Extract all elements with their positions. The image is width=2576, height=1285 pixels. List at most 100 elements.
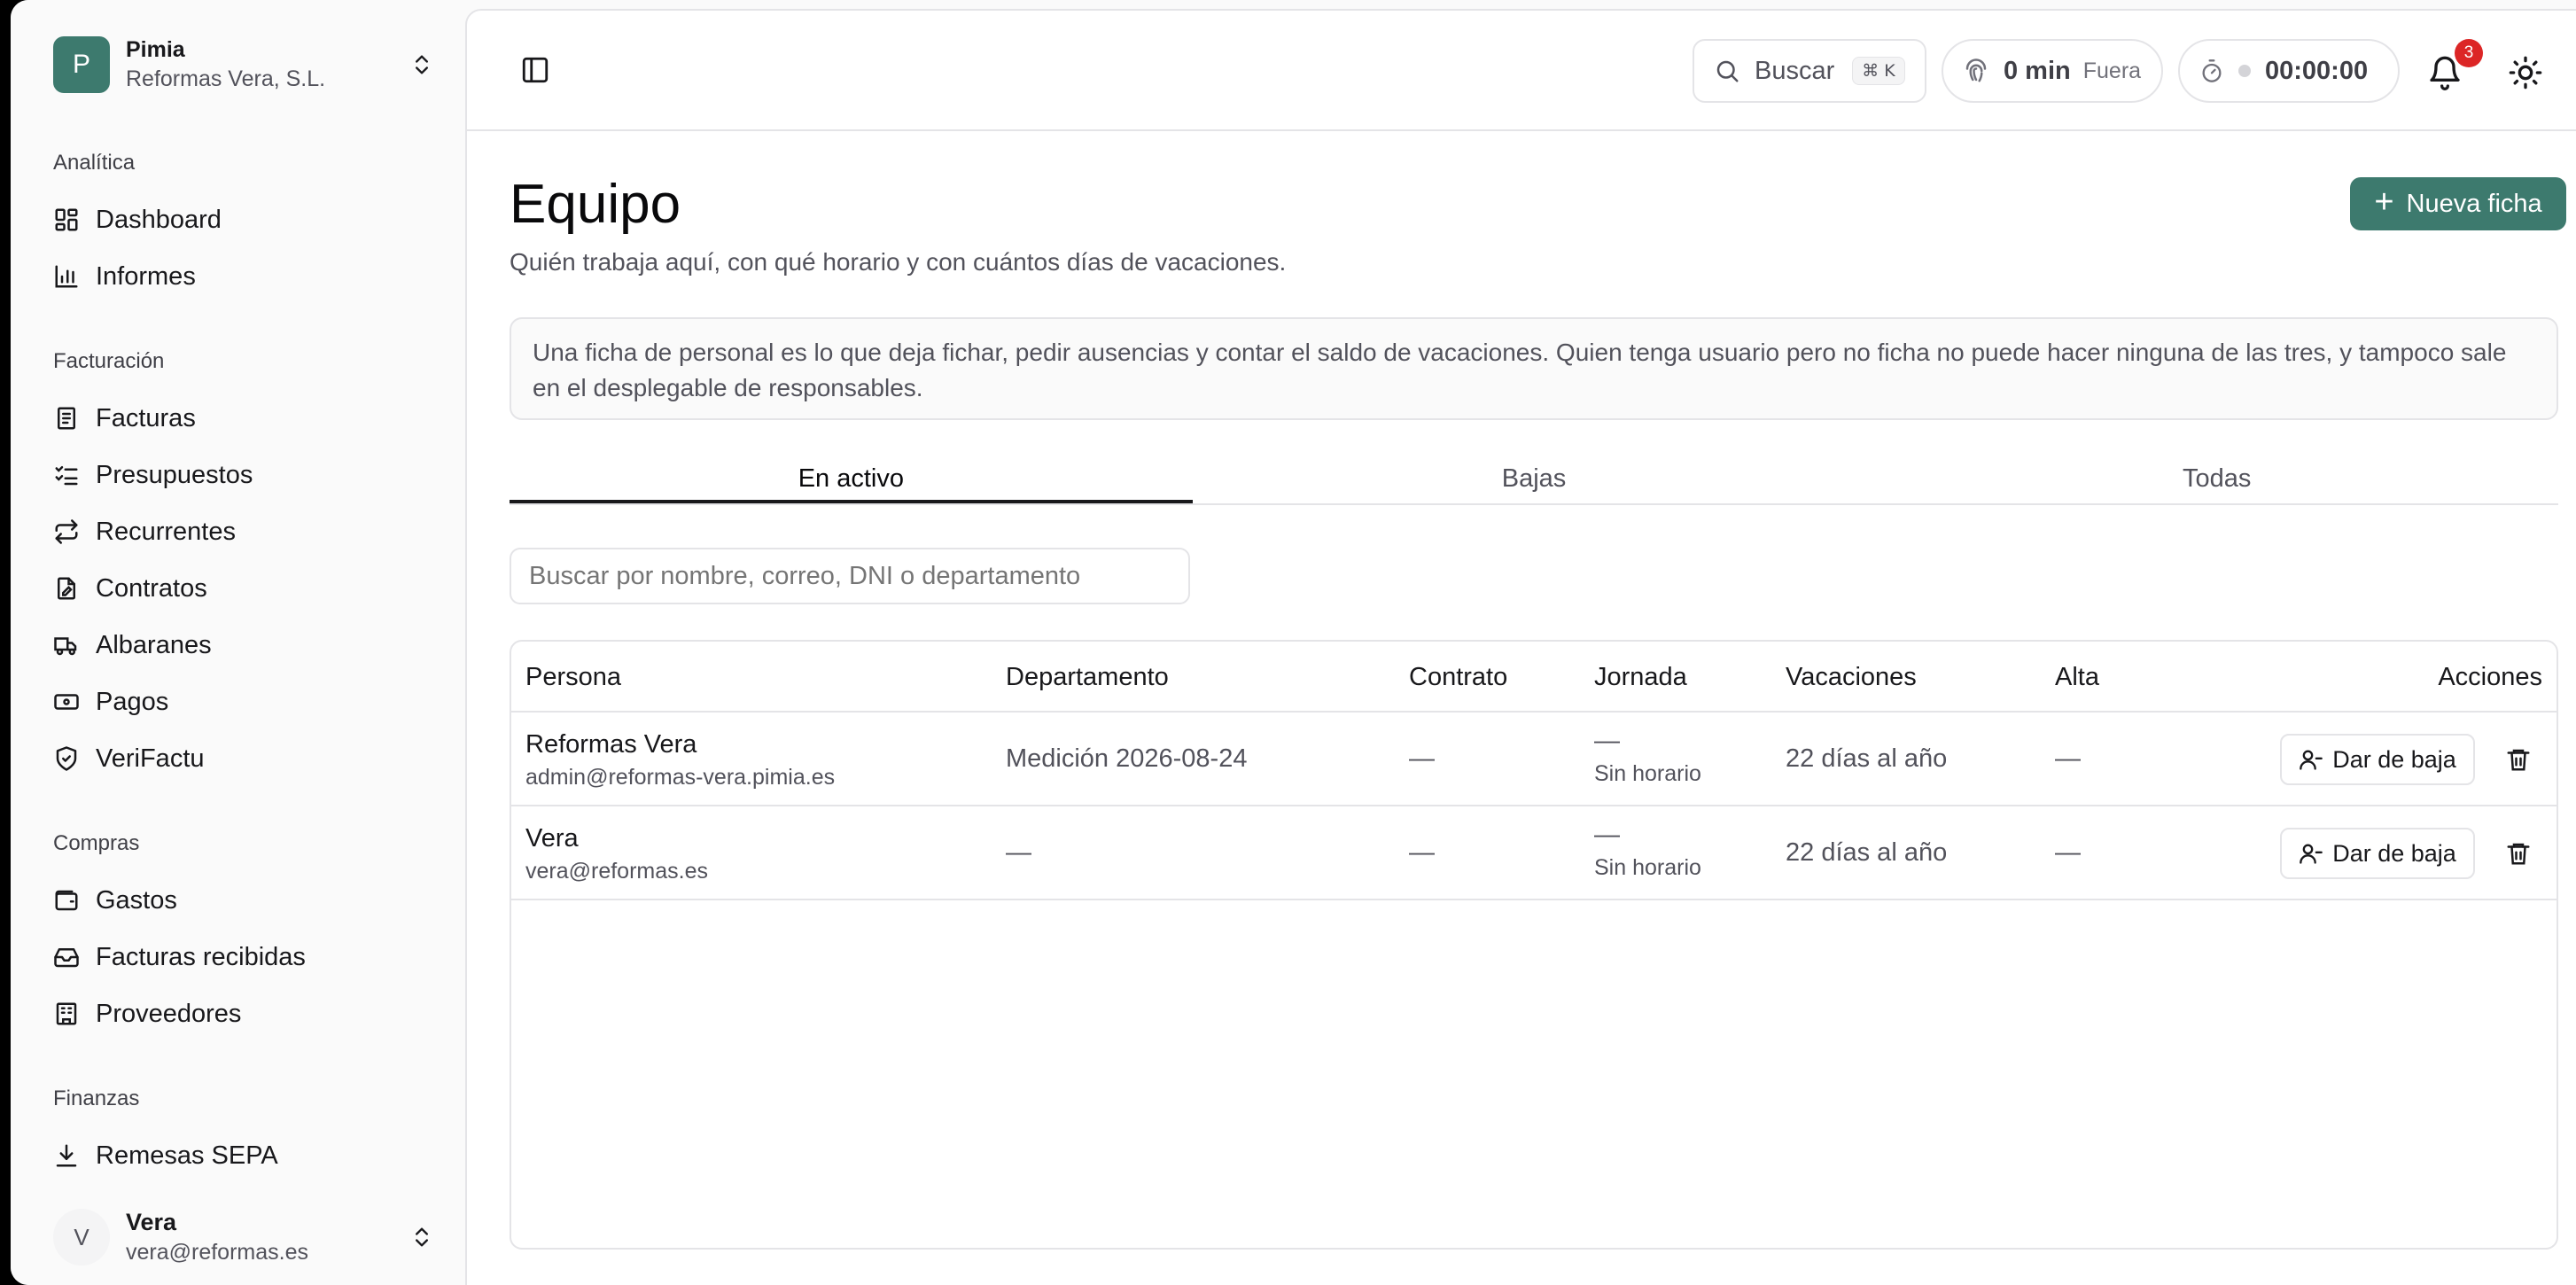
sidebar-item-presupuestos[interactable]: Presupuestos: [53, 455, 443, 495]
chevrons-up-down-icon: [416, 55, 428, 74]
page-title: Equipo: [510, 174, 681, 235]
sidebar-item-dashboard[interactable]: Dashboard: [53, 199, 443, 240]
person-name: Reformas Vera: [525, 730, 697, 759]
org-company: Reformas Vera, S.L.: [126, 66, 326, 91]
sidebar-item-albaranes[interactable]: Albaranes: [53, 625, 443, 666]
chevrons-up-down-icon: [416, 1227, 428, 1247]
start-date: —: [2055, 838, 2081, 867]
sidebar-item-pagos[interactable]: Pagos: [53, 681, 443, 722]
org-switcher[interactable]: P Pimia Reformas Vera, S.L.: [53, 35, 434, 94]
person-email: admin@reformas-vera.pimia.es: [525, 765, 836, 790]
notification-badge: 3: [2455, 39, 2483, 67]
truck-icon: [54, 637, 77, 656]
sidebar-item-verifactu[interactable]: VeriFactu: [53, 738, 443, 779]
user-menu[interactable]: V Vera vera@reformas.es: [53, 1205, 434, 1269]
main-panel: Buscar ⌘ K 0 min Fuera 00:00:00 3 Equipo…: [465, 9, 2576, 1285]
dashboard-icon: [55, 208, 78, 231]
col-acciones: Acciones: [2438, 663, 2542, 691]
timer-status-dot: [2238, 65, 2251, 77]
section-title-analitica: Analítica: [53, 151, 136, 175]
tab-en-activo[interactable]: En activo: [510, 450, 1193, 503]
tabs: En activo Bajas Todas: [510, 450, 2558, 505]
sidebar-item-label: Recurrentes: [96, 517, 236, 546]
clock-in-button[interactable]: 0 min Fuera: [1942, 39, 2163, 103]
start-date: —: [2055, 744, 2081, 773]
receipt-icon: [58, 407, 75, 430]
new-record-label: Nueva ficha: [2406, 189, 2542, 218]
sidebar: P Pimia Reformas Vera, S.L. Analítica Da…: [11, 0, 465, 1285]
contract: —: [1409, 838, 1435, 867]
sidebar-item-facturas-recibidas[interactable]: Facturas recibidas: [53, 937, 443, 977]
bar-chart-icon: [55, 265, 78, 288]
sidebar-item-remesas-sepa[interactable]: Remesas SEPA: [53, 1135, 443, 1176]
col-persona: Persona: [525, 663, 622, 691]
list-check-icon: [55, 466, 78, 486]
sidebar-item-label: Albaranes: [96, 630, 212, 659]
trash-icon[interactable]: [2505, 746, 2532, 773]
deactivate-button[interactable]: Dar de baja: [2280, 734, 2475, 785]
timer-value: 00:00:00: [2265, 56, 2369, 85]
sidebar-item-recurrentes[interactable]: Recurrentes: [53, 511, 443, 552]
inbox-icon: [54, 948, 79, 968]
sidebar-item-label: Gastos: [96, 885, 177, 915]
sidebar-item-informes[interactable]: Informes: [53, 256, 443, 297]
table-row: Vera vera@reformas.es — — — Sin horario …: [511, 806, 2557, 900]
repeat-icon: [55, 519, 78, 544]
shield-check-icon: [56, 746, 77, 771]
sidebar-item-contratos[interactable]: Contratos: [53, 568, 443, 609]
plus-icon: +: [2374, 183, 2394, 221]
new-record-button[interactable]: + Nueva ficha: [2350, 177, 2566, 230]
schedule-note: Sin horario: [1594, 855, 1701, 880]
section-title-compras: Compras: [53, 831, 140, 855]
sidebar-item-label: Proveedores: [96, 999, 242, 1028]
avatar: V: [53, 1209, 110, 1266]
sidebar-item-label: Informes: [96, 261, 196, 291]
sidebar-item-label: VeriFactu: [96, 744, 205, 773]
sidebar-item-label: Remesas SEPA: [96, 1141, 278, 1170]
org-logo: P: [53, 36, 110, 93]
user-minus-icon: [2300, 844, 2323, 864]
deactivate-button[interactable]: Dar de baja: [2280, 828, 2475, 879]
topbar: Buscar ⌘ K 0 min Fuera 00:00:00 3: [467, 11, 2576, 131]
sidebar-item-proveedores[interactable]: Proveedores: [53, 993, 443, 1034]
trash-icon[interactable]: [2505, 840, 2532, 867]
page-subtitle: Quién trabaja aquí, con qué horario y co…: [510, 248, 1287, 276]
col-departamento: Departamento: [1006, 663, 1169, 691]
clock-status: Fuera: [2082, 58, 2142, 83]
fingerprint-icon: [1965, 58, 1987, 82]
person-email: vera@reformas.es: [525, 859, 708, 884]
building-icon: [56, 1002, 77, 1025]
download-icon: [56, 1144, 77, 1167]
department: —: [1006, 838, 1031, 867]
sidebar-item-gastos[interactable]: Gastos: [53, 880, 443, 921]
sidebar-item-label: Dashboard: [96, 205, 222, 234]
schedule-note: Sin horario: [1594, 761, 1701, 786]
user-name: Vera: [126, 1209, 177, 1235]
sidebar-item-label: Pagos: [96, 687, 169, 716]
user-email: vera@reformas.es: [126, 1240, 308, 1265]
sidebar-item-facturas[interactable]: Facturas: [53, 398, 443, 439]
table-row: Reformas Vera admin@reformas-vera.pimia.…: [511, 713, 2557, 806]
search-button[interactable]: Buscar ⌘ K: [1693, 39, 1926, 103]
vacation: 22 días al año: [1786, 838, 1948, 867]
table-header: Persona Departamento Contrato Jornada Va…: [511, 642, 2557, 713]
search-shortcut: ⌘ K: [1852, 57, 1905, 85]
section-title-facturacion: Facturación: [53, 349, 165, 373]
contract: —: [1409, 744, 1435, 773]
section-title-finanzas: Finanzas: [53, 1086, 140, 1110]
col-alta: Alta: [2055, 663, 2099, 691]
org-name: Pimia: [126, 37, 185, 62]
sidebar-toggle-icon[interactable]: [520, 55, 550, 85]
sun-icon[interactable]: [2508, 55, 2543, 90]
tab-todas[interactable]: Todas: [1875, 450, 2558, 503]
timer-button[interactable]: 00:00:00: [2178, 39, 2400, 103]
search-input[interactable]: [510, 548, 1190, 604]
person-name: Vera: [525, 824, 579, 853]
tab-bajas[interactable]: Bajas: [1193, 450, 1876, 503]
search-label: Buscar: [1755, 56, 1835, 85]
sidebar-item-label: Presupuestos: [96, 460, 253, 489]
clock-minutes: 0 min: [2004, 56, 2071, 85]
deactivate-label: Dar de baja: [2332, 745, 2456, 773]
app-window: P Pimia Reformas Vera, S.L. Analítica Da…: [11, 0, 2576, 1285]
deactivate-label: Dar de baja: [2332, 839, 2456, 867]
